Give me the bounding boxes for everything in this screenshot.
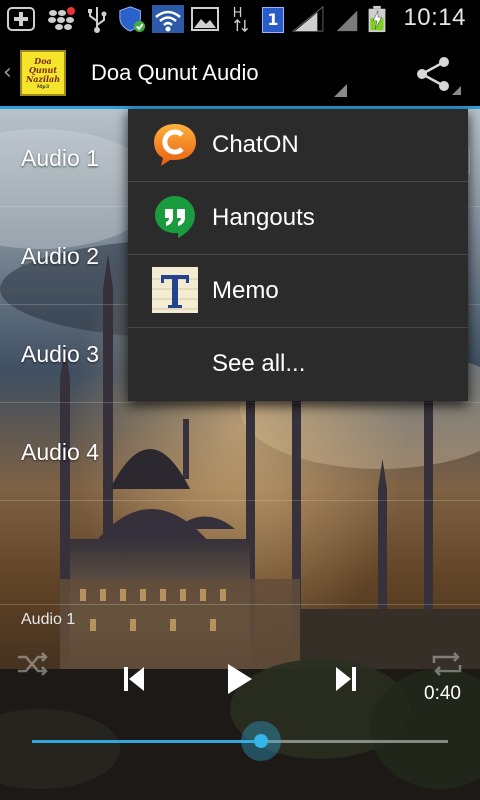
app-logo-line: Nazilah [25, 73, 61, 84]
share-menu-item-memo[interactable]: Memo [128, 255, 468, 328]
add-icon [7, 7, 35, 31]
seek-bar-progress [32, 740, 261, 743]
title-spinner-indicator-icon[interactable] [334, 84, 347, 97]
hspa-data-icon: H [233, 6, 249, 33]
hangouts-icon [155, 196, 195, 238]
repeat-icon[interactable] [430, 649, 464, 679]
elapsed-time: 0:40 [424, 683, 461, 704]
share-menu-item-label: ChatON [212, 131, 299, 158]
usb-icon [88, 7, 107, 33]
seek-bar[interactable] [32, 721, 448, 761]
blackberry-icon [48, 7, 75, 30]
app-title[interactable]: Doa Qunut Audio [91, 60, 259, 86]
status-time: 10:14 [403, 4, 466, 31]
share-icon[interactable] [414, 56, 454, 92]
notification-count: 1 [267, 10, 279, 29]
play-icon[interactable] [226, 663, 254, 695]
back-chevron-icon[interactable]: ‹ [3, 60, 12, 85]
share-menu-item-see-all[interactable]: See all... [128, 328, 468, 400]
share-menu-item-label: See all... [212, 350, 306, 377]
wifi-icon [152, 5, 184, 33]
now-playing-title: Audio 1 [21, 611, 76, 628]
share-menu: ChatON Hangouts Memo See all... [128, 109, 468, 401]
share-menu-item-label: Memo [212, 277, 279, 304]
chaton-icon [154, 124, 196, 166]
shield-check-icon [119, 6, 146, 33]
app-logo-line: Mp3 [36, 83, 50, 90]
notification-badge-icon: 1 [262, 7, 284, 33]
audio-item-label: Audio 2 [21, 243, 100, 269]
seek-bar-thumb[interactable] [240, 721, 281, 761]
previous-icon[interactable] [122, 666, 146, 692]
audio-item-label: Audio 1 [21, 145, 100, 171]
secondary-signal-icon [336, 10, 358, 32]
share-overflow-indicator-icon [452, 86, 461, 95]
network-type-label: H [233, 6, 243, 21]
image-icon [191, 7, 219, 31]
app-logo[interactable]: Doa Qunut Nazilah Mp3 [20, 50, 66, 96]
list-item[interactable]: Audio 4 [0, 403, 480, 501]
share-menu-item-hangouts[interactable]: Hangouts [128, 182, 468, 255]
audio-item-label: Audio 4 [21, 439, 100, 465]
memo-icon [152, 267, 198, 313]
signal-icon [291, 5, 324, 32]
share-menu-item-chaton[interactable]: ChatON [128, 109, 468, 182]
battery-charging-icon [368, 5, 386, 33]
share-menu-item-label: Hangouts [212, 204, 315, 231]
status-bar: H 1 10:14 [0, 0, 480, 38]
shuffle-icon[interactable] [16, 649, 50, 679]
action-bar: ‹ Doa Qunut Nazilah Mp3 Doa Qunut Audio [0, 38, 480, 109]
next-icon[interactable] [334, 666, 358, 692]
audio-player: Audio 1 0:40 [0, 604, 480, 800]
audio-item-label: Audio 3 [21, 341, 100, 367]
